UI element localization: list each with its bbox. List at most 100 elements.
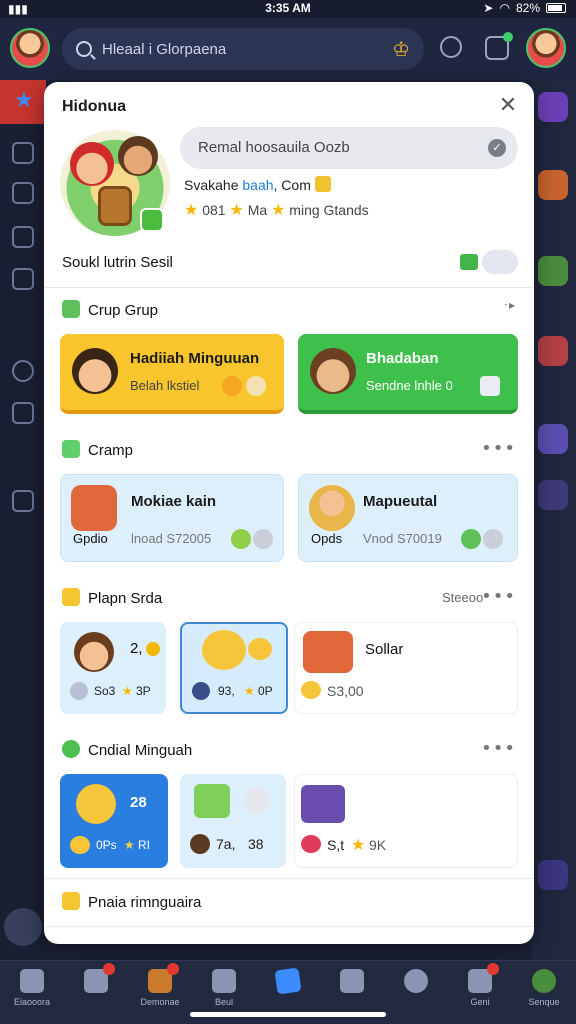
weekly-reward-card[interactable]: Hadiiah Minguuan Belah lkstiel <box>60 334 284 414</box>
bg-panel <box>538 480 568 510</box>
star-icon: ★ <box>124 838 135 852</box>
nav-shop[interactable] <box>322 969 382 997</box>
weekly-more-icon[interactable]: ••• <box>481 738 516 759</box>
character-avatar-icon <box>72 348 118 394</box>
search-button-icon[interactable] <box>440 36 462 58</box>
wifi-icon: ◠ <box>499 1 510 15</box>
weekly-section-header: Cndial Minguah <box>62 740 192 759</box>
card-subtitle: Belah lkstiel <box>130 378 200 393</box>
nav-label: Demonae <box>140 997 180 1007</box>
background-content <box>532 80 576 960</box>
group-more-icon[interactable]: ·▸ <box>504 298 516 312</box>
toggle-icon[interactable] <box>253 529 273 549</box>
nav-inbox[interactable]: Beul <box>194 969 254 1007</box>
rail-house-icon[interactable] <box>12 226 34 248</box>
rail-list-icon[interactable] <box>12 490 34 512</box>
plan-section-header: Plapn Srda <box>62 588 162 607</box>
plan-section-label: Plapn Srda <box>88 590 163 607</box>
level-badge-icon <box>140 208 164 232</box>
card-subtitle: Sendne lnhle 0 <box>366 378 453 393</box>
tile-bottom-value: 7a, <box>216 836 236 852</box>
inbox-icon <box>212 969 236 993</box>
item-card-2[interactable]: Mapueutal Opds Vnod S70019 <box>298 474 518 562</box>
tile-value: 28 <box>130 794 147 811</box>
clock-icon <box>461 529 481 549</box>
rail-game-icon[interactable] <box>12 268 34 290</box>
nav-friends[interactable] <box>66 963 126 997</box>
dot-icon <box>62 740 80 758</box>
stat-c: ming Gtands <box>289 202 369 218</box>
tile-tag: RI <box>138 838 150 852</box>
chat-icon <box>468 963 499 993</box>
plan-more-icon[interactable]: ••• <box>481 586 516 607</box>
item-card-1[interactable]: Mokiae kain Gpdio lnoad S72005 <box>60 474 284 562</box>
badge <box>487 963 499 975</box>
bg-food-icon <box>538 170 568 200</box>
friend-avatar[interactable] <box>526 28 566 68</box>
notification-dot <box>503 32 513 42</box>
modal-title: Hidonua <box>62 98 126 115</box>
cramp-more-icon[interactable]: ••• <box>481 438 516 459</box>
plan-tile-2[interactable]: 93, ★ 0P <box>180 622 288 714</box>
nav-label: Eiaooora <box>13 997 51 1007</box>
plan-tile-1[interactable]: 2, So3 ★ 3P <box>60 622 166 714</box>
home-indicator[interactable] <box>190 1012 386 1017</box>
notification-icon[interactable] <box>485 32 513 60</box>
location-icon: ➤ <box>483 1 494 15</box>
star-icon: ★ <box>271 202 286 219</box>
weekly-tile-2[interactable]: 7a, 38 <box>180 774 286 868</box>
card-title: Bhadaban <box>366 350 439 367</box>
bg-pen-icon <box>538 424 568 454</box>
side-rail <box>0 80 46 960</box>
rail-play-icon[interactable] <box>12 142 34 164</box>
social-toggle[interactable] <box>482 250 518 274</box>
name-pill[interactable]: Remal hoosauila Oozb ✓ <box>180 127 518 169</box>
rail-tools-icon[interactable] <box>12 402 34 424</box>
subtitle-link[interactable]: baah <box>242 177 273 193</box>
divider <box>44 878 534 879</box>
profile-avatar[interactable] <box>10 28 50 68</box>
toggle-icon[interactable] <box>483 529 503 549</box>
star-icon: ★ <box>229 202 244 219</box>
star-icon: ★ <box>184 202 199 219</box>
status-bar: ▮▮▮ 3:35 AM ➤ ◠ 82% <box>0 0 576 18</box>
profile-subtitle: Svakahe baah, Com <box>184 176 331 193</box>
search-bar[interactable]: Hleaal i Glorpaena ♔ <box>62 28 424 70</box>
coin-icon <box>301 681 321 699</box>
nav-gen[interactable]: Geni <box>450 963 510 1007</box>
magnifier-icon <box>244 788 270 814</box>
tile-bottom-value: 93, <box>218 684 235 698</box>
battery-percent: 82% <box>515 1 540 15</box>
rail-home-icon[interactable] <box>0 80 46 124</box>
backpack-icon <box>71 485 117 531</box>
shield-icon <box>314 176 331 192</box>
rail-chat-icon[interactable] <box>12 182 34 204</box>
stat-a: 081 <box>202 202 226 218</box>
plan-action-link[interactable]: Steeoo <box>442 590 483 605</box>
character-book-icon <box>309 485 355 531</box>
last-section-header: Pnaia rimnguaira <box>62 892 201 911</box>
nav-demo[interactable]: Demonae <box>130 963 190 1007</box>
bonus-card[interactable]: Bhadaban Sendne lnhle 0 <box>298 334 518 414</box>
subtitle-prefix: Svakahe <box>184 177 243 193</box>
nav-play[interactable] <box>258 967 318 997</box>
social-icon <box>460 254 478 270</box>
tile-bottom-value: 0Ps <box>96 838 117 852</box>
envelope-icon <box>62 892 80 910</box>
avatar-small-icon <box>70 682 88 700</box>
crown-icon[interactable]: ♔ <box>392 37 410 62</box>
subtitle-suffix: , Com <box>273 177 311 193</box>
weekly-tile-3[interactable]: S,t ★ 9K <box>294 774 518 868</box>
plan-tile-3[interactable]: Sollar S3,00 <box>294 622 518 714</box>
floating-chat-icon[interactable] <box>4 908 42 946</box>
gift-box-icon <box>194 784 230 818</box>
nav-profile[interactable]: Senque <box>514 969 574 1007</box>
rail-clock-icon[interactable] <box>12 360 34 382</box>
chest-icon <box>148 963 179 993</box>
nav-home[interactable]: Eiaooora <box>2 969 62 1007</box>
nav-search[interactable] <box>386 969 446 997</box>
close-icon[interactable]: ✕ <box>496 94 520 118</box>
nav-label: Senque <box>528 997 560 1007</box>
weekly-tile-1[interactable]: 28 0Ps ★ RI <box>60 774 168 868</box>
tile-bottom-value: S3,00 <box>327 683 364 699</box>
